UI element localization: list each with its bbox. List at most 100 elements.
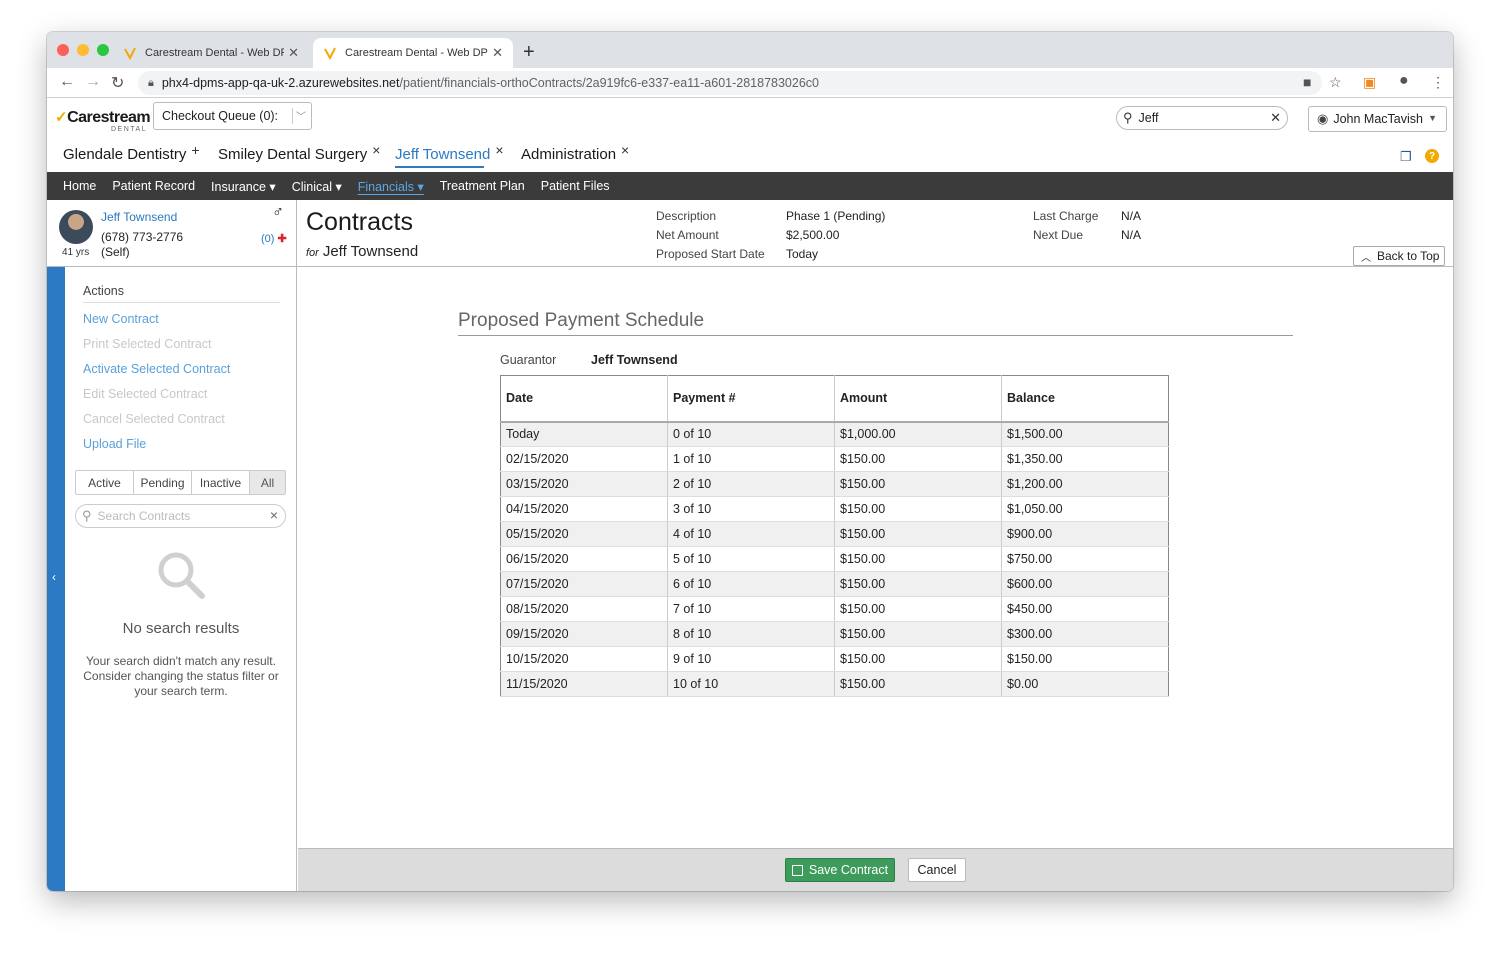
cell-amount: $150.00 (834, 471, 1002, 497)
tab-glendale-dentistry[interactable]: Glendale Dentistry + (63, 142, 200, 163)
cell-payment-number: 4 of 10 (667, 521, 835, 547)
carestream-favicon-icon (124, 47, 136, 60)
nav-treatment-plan[interactable]: Treatment Plan (440, 179, 525, 193)
star-icon[interactable]: ☆ (1329, 74, 1342, 91)
extension-icon[interactable]: ▣ (1363, 74, 1376, 91)
kebab-menu-icon[interactable]: ⋮ (1431, 74, 1445, 91)
add-tab-icon[interactable]: + (191, 142, 199, 158)
filter-active[interactable]: Active (76, 471, 134, 494)
save-contract-label: Save Contract (808, 863, 889, 877)
cell-payment-number: 8 of 10 (667, 621, 835, 647)
tab-smiley-dental-surgery[interactable]: Smiley Dental Surgery × (218, 142, 380, 163)
table-row: 10/15/2020 9 of 10 $150.00 $150.00 (500, 646, 1169, 672)
minimize-window-button[interactable] (77, 44, 89, 56)
next-due-label: Next Due (1033, 228, 1084, 242)
tab-label: Jeff Townsend (395, 146, 491, 163)
contracts-sidebar: ‹ Actions New Contract Print Selected Co… (47, 267, 297, 891)
nav-financials[interactable]: Financials ▾ (358, 179, 424, 194)
cell-date: 08/15/2020 (500, 596, 668, 622)
close-tab-icon[interactable]: ✕ (288, 45, 299, 61)
nav-home[interactable]: Home (63, 179, 96, 193)
contract-for: for Jeff Townsend (306, 243, 418, 260)
browser-tab-title: Carestream Dental - Web DPMS (345, 47, 488, 59)
avatar (59, 210, 93, 244)
filter-all[interactable]: All (250, 471, 285, 494)
table-row: 11/15/2020 10 of 10 $150.00 $0.00 (500, 671, 1169, 697)
chevron-left-icon[interactable]: ‹ (52, 570, 56, 584)
next-due-value: N/A (1121, 228, 1142, 242)
cell-amount: $1,000.00 (834, 421, 1002, 447)
help-icon[interactable]: ? (1425, 149, 1439, 163)
cell-date: 10/15/2020 (500, 646, 668, 672)
back-arrow-icon[interactable]: ← (59, 73, 75, 91)
checkout-queue-label: Checkout Queue (0): (162, 109, 279, 123)
cell-amount: $150.00 (834, 496, 1002, 522)
nav-patient-record[interactable]: Patient Record (112, 179, 195, 193)
browser-tab[interactable]: Carestream Dental - Web DPMS ✕ (113, 38, 309, 68)
clear-search-icon[interactable]: × (270, 507, 278, 523)
back-to-top-label: Back to Top (1377, 249, 1440, 263)
new-contract-link[interactable]: New Contract (83, 312, 159, 326)
camera-icon[interactable]: ■ (1303, 74, 1311, 90)
chevron-up-icon: ︿ (1361, 252, 1371, 264)
cell-balance: $900.00 (1001, 521, 1169, 547)
cell-balance: $1,500.00 (1001, 421, 1169, 447)
cell-balance: $300.00 (1001, 621, 1169, 647)
browser-tab-active[interactable]: Carestream Dental - Web DPMS ✕ (313, 38, 513, 68)
filter-pending[interactable]: Pending (134, 471, 192, 494)
reload-icon[interactable]: ↻ (111, 73, 124, 93)
cell-amount: $150.00 (834, 446, 1002, 472)
maximize-window-button[interactable] (97, 44, 109, 56)
cell-balance: $1,350.00 (1001, 446, 1169, 472)
activate-selected-contract-link[interactable]: Activate Selected Contract (83, 362, 230, 376)
close-tab-icon[interactable]: × (372, 142, 380, 158)
last-charge-value: N/A (1121, 209, 1142, 223)
chevron-down-icon: ﹀ (296, 112, 306, 123)
alert-count: (0) (261, 233, 275, 245)
cancel-label: Cancel (917, 863, 957, 877)
nav-patient-files[interactable]: Patient Files (541, 179, 610, 193)
status-filter-group: Active Pending Inactive All (75, 470, 286, 495)
close-window-button[interactable] (57, 44, 69, 56)
cell-payment-number: 7 of 10 (667, 596, 835, 622)
save-disk-icon (791, 864, 803, 876)
tab-jeff-townsend[interactable]: Jeff Townsend × (395, 142, 504, 168)
guarantor-value: Jeff Townsend (591, 353, 678, 367)
filter-inactive[interactable]: Inactive (192, 471, 250, 494)
patient-relation: (Self) (101, 245, 130, 259)
close-tab-icon[interactable]: ✕ (492, 45, 503, 61)
browser-tabstrip: Carestream Dental - Web DPMS ✕ Carestrea… (47, 32, 1453, 68)
clear-search-icon[interactable]: ✕ (1270, 110, 1281, 126)
user-menu-button[interactable]: ◉ John MacTavish ▼ (1308, 106, 1447, 132)
cell-payment-number: 10 of 10 (667, 671, 835, 697)
sidebar-collapse-strip[interactable]: ‹ (47, 267, 65, 891)
patient-name-link[interactable]: Jeff Townsend (101, 210, 177, 224)
patient-search-input[interactable]: ⚲ Jeff ✕ (1116, 106, 1288, 130)
new-tab-icon[interactable]: + (523, 41, 535, 64)
column-header-payment: Payment # (667, 375, 835, 423)
search-contracts-input[interactable]: ⚲ Search Contracts × (75, 504, 286, 528)
table-row: Today 0 of 10 $1,000.00 $1,500.00 (500, 421, 1169, 447)
nav-clinical[interactable]: Clinical ▾ (292, 179, 342, 194)
url-bar[interactable]: 🔒︎ phx4-dpms-app-qa-uk-2.azurewebsites.n… (138, 71, 1322, 95)
cancel-button[interactable]: Cancel (908, 858, 966, 882)
column-header-balance: Balance (1001, 375, 1169, 423)
upload-file-link[interactable]: Upload File (83, 437, 146, 451)
back-to-top-button[interactable]: ︿ Back to Top (1353, 246, 1445, 266)
carestream-logo: ✓Carestream DENTAL (55, 108, 151, 133)
checkout-queue-select[interactable]: Checkout Queue (0): ﹀ (153, 102, 312, 130)
save-contract-button[interactable]: Save Contract (785, 858, 895, 882)
description-label: Description (656, 209, 717, 223)
close-tab-icon[interactable]: × (495, 142, 503, 158)
windows-icon[interactable]: ❐ (1400, 149, 1412, 165)
main-nav: Home Patient Record Insurance ▾ Clinical… (47, 172, 1453, 200)
forward-arrow-icon[interactable]: → (85, 73, 101, 91)
cell-date: 04/15/2020 (500, 496, 668, 522)
table-row: 07/15/2020 6 of 10 $150.00 $600.00 (500, 571, 1169, 597)
nav-insurance[interactable]: Insurance ▾ (211, 179, 276, 194)
tab-administration[interactable]: Administration × (521, 142, 629, 163)
browser-window: Carestream Dental - Web DPMS ✕ Carestrea… (47, 32, 1453, 891)
medical-alerts[interactable]: (0) ✚ (261, 232, 287, 245)
profile-icon[interactable]: ● (1399, 72, 1409, 90)
close-tab-icon[interactable]: × (621, 142, 629, 158)
